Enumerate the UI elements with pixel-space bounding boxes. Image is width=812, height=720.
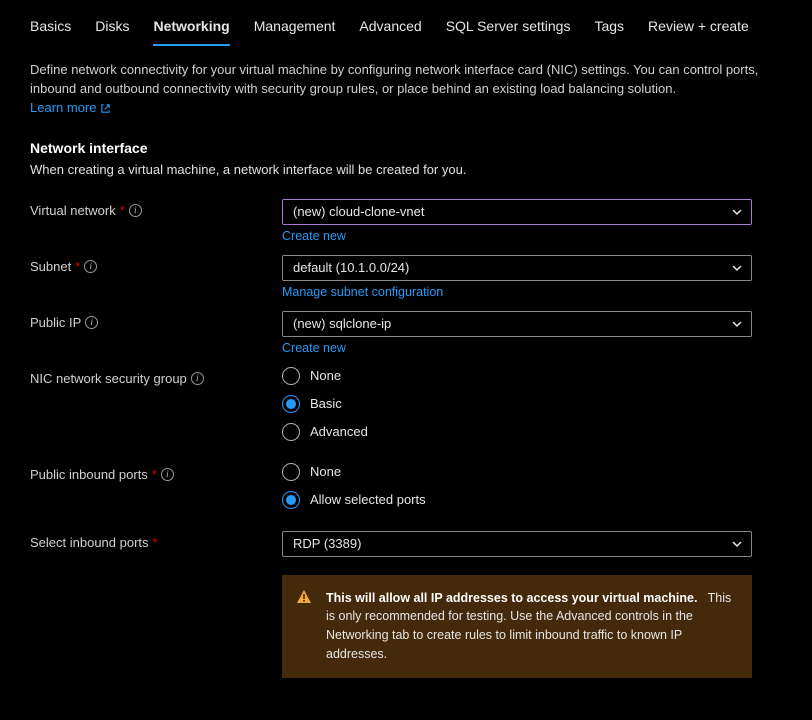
select-virtual-network[interactable]: (new) cloud-clone-vnet bbox=[282, 199, 752, 225]
select-value: (new) sqlclone-ip bbox=[293, 316, 391, 331]
control-virtual-network: (new) cloud-clone-vnet Create new bbox=[282, 199, 752, 243]
label-text: Public inbound ports bbox=[30, 467, 148, 482]
control-subnet: default (10.1.0.0/24) Manage subnet conf… bbox=[282, 255, 752, 299]
tab-management[interactable]: Management bbox=[254, 18, 336, 46]
control-inbound-ports: None Allow selected ports bbox=[282, 463, 752, 509]
radio-label: Basic bbox=[310, 396, 342, 411]
radio-icon bbox=[282, 367, 300, 385]
tabs-bar: Basics Disks Networking Management Advan… bbox=[0, 0, 812, 47]
learn-more-text: Learn more bbox=[30, 99, 96, 118]
info-icon[interactable]: i bbox=[84, 260, 97, 273]
label-public-ip: Public IP i bbox=[30, 311, 282, 330]
radio-label: Allow selected ports bbox=[310, 492, 426, 507]
control-select-ports: RDP (3389) This will allow all IP addres… bbox=[282, 531, 752, 678]
radio-nsg-basic[interactable]: Basic bbox=[282, 395, 752, 413]
control-public-ip: (new) sqlclone-ip Create new bbox=[282, 311, 752, 355]
row-inbound-ports: Public inbound ports * i None Allow sele… bbox=[30, 463, 782, 509]
control-nsg: None Basic Advanced bbox=[282, 367, 752, 441]
description: Define network connectivity for your vir… bbox=[30, 61, 770, 118]
description-text: Define network connectivity for your vir… bbox=[30, 62, 758, 96]
radio-icon bbox=[282, 463, 300, 481]
row-virtual-network: Virtual network * i (new) cloud-clone-vn… bbox=[30, 199, 782, 243]
label-inbound-ports: Public inbound ports * i bbox=[30, 463, 282, 482]
tab-networking[interactable]: Networking bbox=[153, 18, 229, 46]
link-manage-subnet[interactable]: Manage subnet configuration bbox=[282, 285, 443, 299]
label-virtual-network: Virtual network * i bbox=[30, 199, 282, 218]
form: Virtual network * i (new) cloud-clone-vn… bbox=[30, 199, 782, 678]
warning-box: This will allow all IP addresses to acce… bbox=[282, 575, 752, 678]
info-icon[interactable]: i bbox=[191, 372, 204, 385]
chevron-down-icon bbox=[731, 262, 743, 274]
radio-nsg-advanced[interactable]: Advanced bbox=[282, 423, 752, 441]
tab-advanced[interactable]: Advanced bbox=[359, 18, 421, 46]
learn-more-link[interactable]: Learn more bbox=[30, 99, 111, 118]
radio-label: None bbox=[310, 464, 341, 479]
label-text: Public IP bbox=[30, 315, 81, 330]
tab-basics[interactable]: Basics bbox=[30, 18, 71, 46]
chevron-down-icon bbox=[731, 318, 743, 330]
radio-icon bbox=[282, 395, 300, 413]
select-public-ip[interactable]: (new) sqlclone-ip bbox=[282, 311, 752, 337]
tab-sql-server-settings[interactable]: SQL Server settings bbox=[446, 18, 571, 46]
link-public-ip-create-new[interactable]: Create new bbox=[282, 341, 346, 355]
label-text: Subnet bbox=[30, 259, 71, 274]
warning-icon bbox=[296, 589, 312, 605]
row-select-ports: Select inbound ports * RDP (3389) This w… bbox=[30, 531, 782, 678]
label-subnet: Subnet * i bbox=[30, 255, 282, 274]
select-value: RDP (3389) bbox=[293, 536, 361, 551]
chevron-down-icon bbox=[731, 206, 743, 218]
label-text: NIC network security group bbox=[30, 371, 187, 386]
row-subnet: Subnet * i default (10.1.0.0/24) Manage … bbox=[30, 255, 782, 299]
tab-tags[interactable]: Tags bbox=[594, 18, 624, 46]
label-text: Virtual network bbox=[30, 203, 116, 218]
label-nsg: NIC network security group i bbox=[30, 367, 282, 386]
row-public-ip: Public IP i (new) sqlclone-ip Create new bbox=[30, 311, 782, 355]
radio-group-nsg: None Basic Advanced bbox=[282, 367, 752, 441]
info-icon[interactable]: i bbox=[85, 316, 98, 329]
select-value: (new) cloud-clone-vnet bbox=[293, 204, 425, 219]
required-asterisk: * bbox=[152, 467, 157, 482]
section-subtitle: When creating a virtual machine, a netwo… bbox=[30, 162, 782, 177]
label-select-ports: Select inbound ports * bbox=[30, 531, 282, 550]
label-text: Select inbound ports bbox=[30, 535, 149, 550]
select-subnet[interactable]: default (10.1.0.0/24) bbox=[282, 255, 752, 281]
radio-inbound-none[interactable]: None bbox=[282, 463, 752, 481]
radio-inbound-allow[interactable]: Allow selected ports bbox=[282, 491, 752, 509]
chevron-down-icon bbox=[731, 538, 743, 550]
info-icon[interactable]: i bbox=[129, 204, 142, 217]
section-title: Network interface bbox=[30, 140, 782, 156]
info-icon[interactable]: i bbox=[161, 468, 174, 481]
radio-icon bbox=[282, 423, 300, 441]
row-nsg: NIC network security group i None Basic bbox=[30, 367, 782, 441]
warning-bold: This will allow all IP addresses to acce… bbox=[326, 591, 697, 605]
required-asterisk: * bbox=[75, 259, 80, 274]
radio-group-inbound: None Allow selected ports bbox=[282, 463, 752, 509]
radio-label: None bbox=[310, 368, 341, 383]
external-link-icon bbox=[100, 103, 111, 114]
tab-content: Define network connectivity for your vir… bbox=[0, 47, 812, 720]
radio-nsg-none[interactable]: None bbox=[282, 367, 752, 385]
select-inbound-ports[interactable]: RDP (3389) bbox=[282, 531, 752, 557]
radio-icon bbox=[282, 491, 300, 509]
tab-review-create[interactable]: Review + create bbox=[648, 18, 749, 46]
required-asterisk: * bbox=[153, 535, 158, 550]
link-vnet-create-new[interactable]: Create new bbox=[282, 229, 346, 243]
select-value: default (10.1.0.0/24) bbox=[293, 260, 409, 275]
radio-label: Advanced bbox=[310, 424, 368, 439]
tab-disks[interactable]: Disks bbox=[95, 18, 129, 46]
required-asterisk: * bbox=[120, 203, 125, 218]
